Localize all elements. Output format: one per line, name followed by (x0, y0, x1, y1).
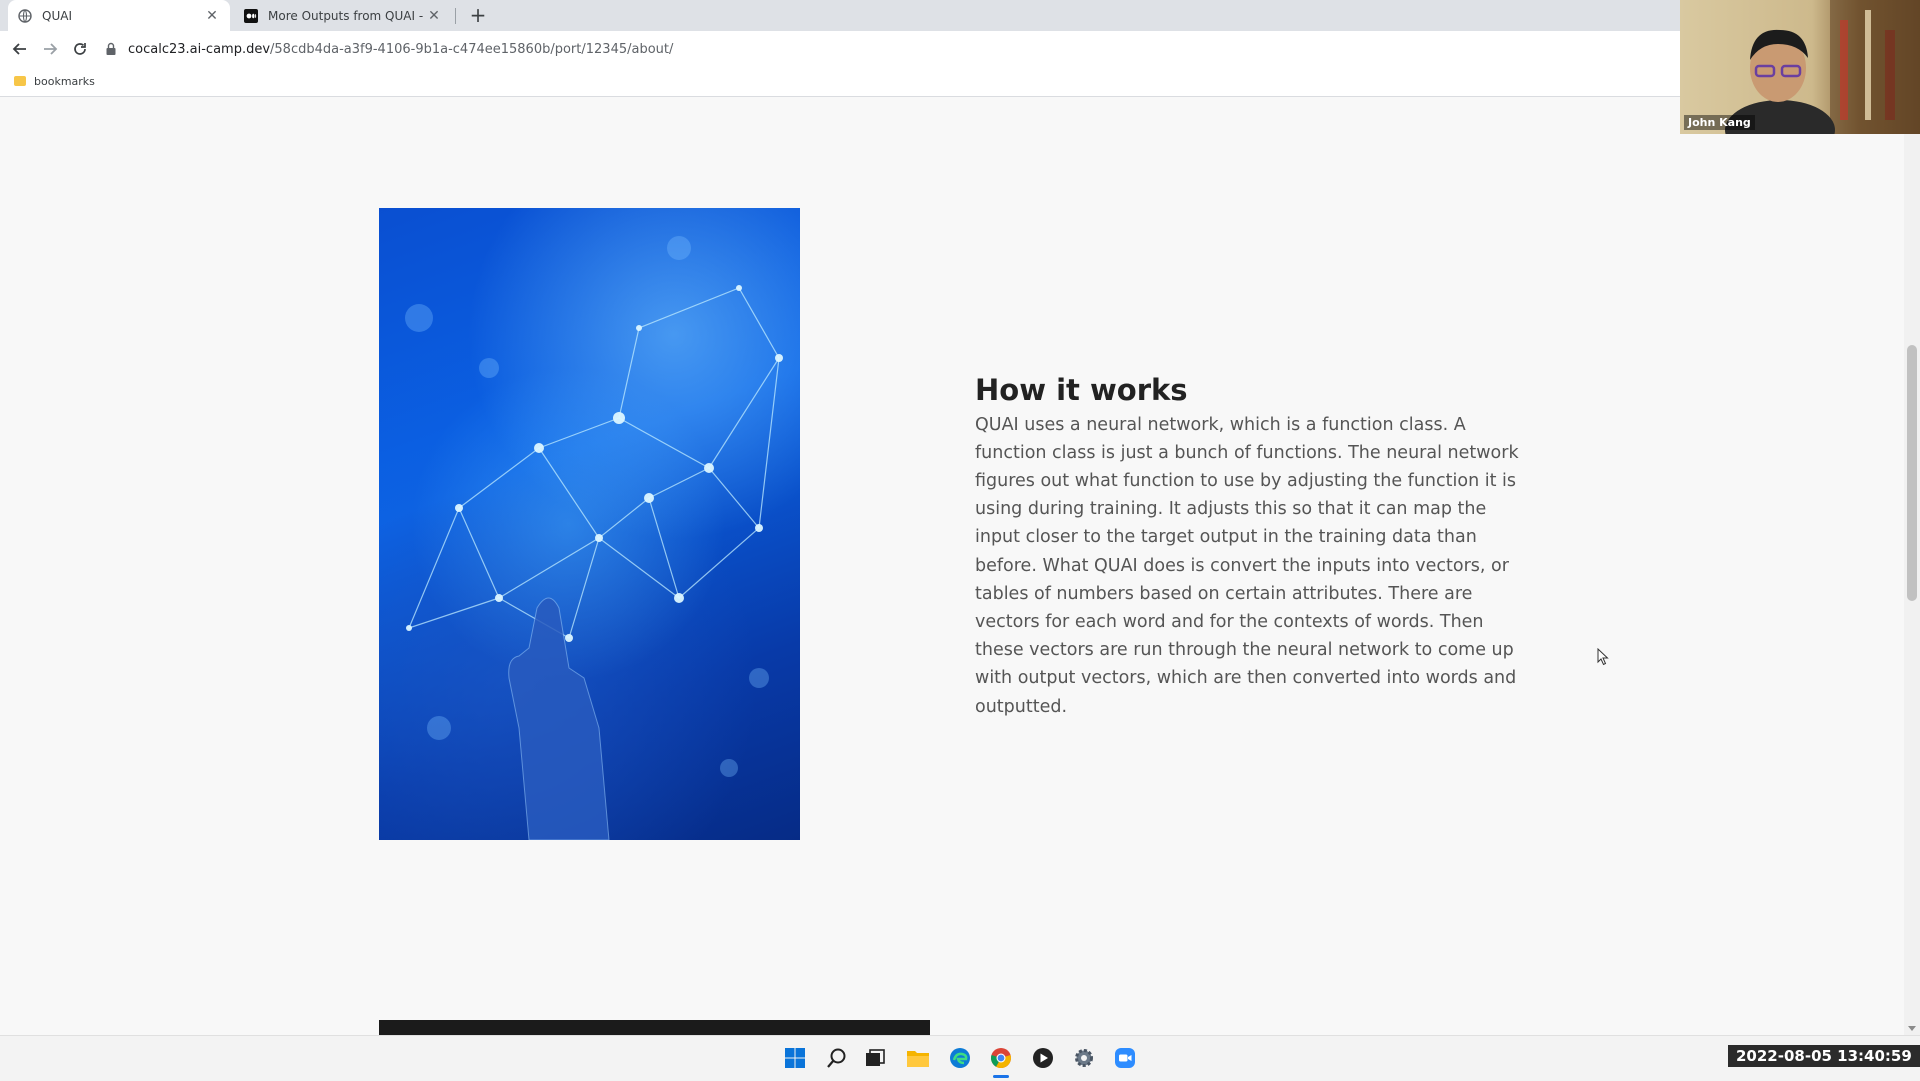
new-tab-button[interactable]: + (466, 3, 490, 27)
scroll-thumb[interactable] (1907, 345, 1917, 601)
page-scrollbar[interactable] (1904, 97, 1920, 1035)
address-toolbar: cocalc23.ai-camp.dev/58cdb4da-a3f9-4106-… (0, 31, 1920, 67)
media-player-icon[interactable] (1031, 1046, 1055, 1070)
arrow-right-icon (44, 43, 58, 55)
page-content: How it works QUAI uses a neural network,… (0, 97, 1904, 1035)
tab-separator (455, 8, 456, 24)
bookmark-folder[interactable]: bookmarks (14, 72, 95, 90)
search-icon[interactable] (825, 1046, 849, 1070)
tab-title: More Outputs from QUAI - QU (268, 8, 426, 23)
windows-start-icon[interactable] (783, 1046, 807, 1070)
webcam-overlay: John Kang (1680, 0, 1920, 134)
zoom-icon[interactable] (1113, 1046, 1137, 1070)
folder-icon (14, 76, 26, 86)
mouse-cursor-icon (1597, 648, 1609, 666)
task-view-icon[interactable] (863, 1046, 887, 1070)
active-app-indicator (993, 1075, 1009, 1078)
arrow-left-icon (12, 43, 26, 55)
file-explorer-icon[interactable] (906, 1046, 930, 1070)
reload-button[interactable] (68, 37, 92, 61)
url-path: /58cdb4da-a3f9-4106-9b1a-c474ee15860b/po… (270, 41, 674, 57)
tab-quai[interactable]: QUAI ✕ (8, 0, 230, 31)
forward-button[interactable] (38, 37, 62, 61)
chrome-icon[interactable] (989, 1046, 1013, 1070)
lock-icon (106, 42, 116, 55)
neural-network-image (379, 208, 800, 840)
back-button[interactable] (8, 37, 32, 61)
url-bar[interactable]: cocalc23.ai-camp.dev/58cdb4da-a3f9-4106-… (104, 35, 1664, 63)
close-icon[interactable]: ✕ (426, 8, 442, 24)
bookmark-label: bookmarks (34, 74, 95, 88)
windows-taskbar (0, 1035, 1920, 1081)
bookmarks-bar: bookmarks (0, 67, 1920, 97)
url-text: cocalc23.ai-camp.dev/58cdb4da-a3f9-4106-… (128, 42, 673, 57)
settings-gear-icon[interactable] (1072, 1046, 1096, 1070)
participant-name: John Kang (1684, 115, 1755, 130)
recording-timestamp: 2022-08-05 13:40:59 (1728, 1045, 1920, 1067)
scroll-down-arrow-icon[interactable] (1908, 1026, 1916, 1031)
globe-icon (18, 8, 32, 23)
section-heading: How it works (975, 373, 1188, 408)
edge-browser-icon[interactable] (948, 1046, 972, 1070)
url-host: cocalc23.ai-camp.dev (128, 41, 271, 57)
tab-strip: QUAI ✕ More Outputs from QUAI - QU ✕ + (0, 0, 1920, 31)
reload-icon (74, 43, 86, 55)
next-section-image (379, 1020, 930, 1035)
webcam-video (1725, 0, 1920, 134)
tab-title: QUAI (42, 8, 72, 23)
close-icon[interactable]: ✕ (204, 8, 220, 24)
section-body-text: QUAI uses a neural network, which is a f… (975, 414, 1519, 717)
tab-more-outputs[interactable]: More Outputs from QUAI - QU ✕ (234, 0, 452, 31)
medium-icon (244, 8, 258, 23)
